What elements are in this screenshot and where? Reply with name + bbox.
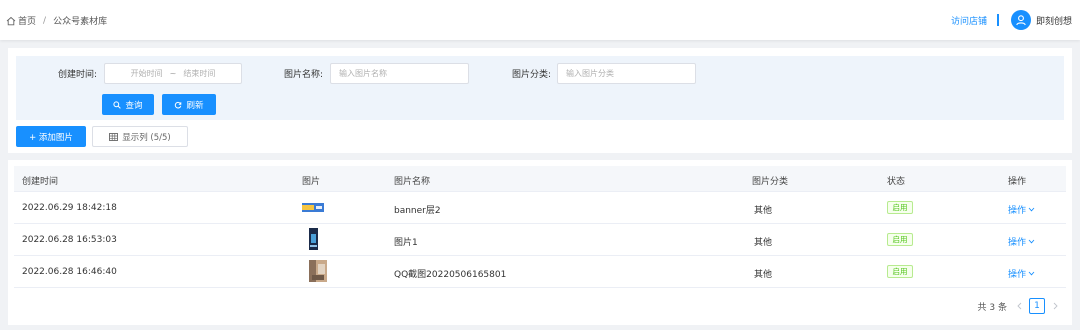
- action-dropdown[interactable]: 操作: [1008, 235, 1035, 248]
- column-header-category: 图片分类: [752, 177, 789, 187]
- filter-card: 创建时间: 开始时间 ~ 结束时间 图片名称: 输入图片名称 图片分类: 输入图…: [8, 48, 1072, 153]
- image-name-cell: banner层2: [394, 206, 441, 216]
- created-time-cell: 2022.06.29 18:42:18: [22, 203, 117, 213]
- action-dropdown[interactable]: 操作: [1008, 203, 1035, 216]
- table-card: 创建时间 图片 图片名称 图片分类 状态 操作 2022.06.29 18:42…: [8, 160, 1072, 325]
- image-category-input[interactable]: 输入图片分类: [557, 63, 696, 84]
- prev-page-button[interactable]: [1012, 298, 1026, 314]
- visit-store-link[interactable]: 访问店铺: [951, 14, 987, 27]
- filter-panel: 创建时间: 开始时间 ~ 结束时间 图片名称: 输入图片名称 图片分类: 输入图…: [16, 56, 1064, 120]
- chevron-right-icon: [1053, 302, 1058, 310]
- pagination: 共 3 条 1: [978, 298, 1062, 314]
- table-row: 2022.06.28 16:53:03 图片1 其他 启用 操作: [14, 224, 1066, 256]
- breadcrumb-home[interactable]: 首页: [18, 14, 36, 27]
- table-row: 2022.06.29 18:42:18 banner层2 其他 启用 操作: [14, 192, 1066, 224]
- column-header-status: 状态: [887, 177, 906, 187]
- user-icon: [1016, 15, 1026, 26]
- top-bar: 首页 / 公众号素材库 访问店铺 即刻创想: [0, 0, 1080, 40]
- image-name-cell: 图片1: [394, 238, 418, 248]
- refresh-button-label: 刷新: [186, 100, 204, 111]
- home-icon[interactable]: [6, 16, 16, 26]
- column-header-name: 图片名称: [394, 177, 431, 187]
- page-number-current[interactable]: 1: [1029, 298, 1045, 314]
- image-name-label: 图片名称:: [284, 70, 324, 80]
- image-name-input[interactable]: 输入图片名称: [330, 63, 469, 84]
- action-label: 操作: [1008, 206, 1027, 216]
- action-dropdown[interactable]: 操作: [1008, 267, 1035, 280]
- breadcrumb-current: 公众号素材库: [53, 17, 108, 27]
- avatar[interactable]: [1010, 10, 1031, 30]
- query-button[interactable]: 查询: [102, 94, 154, 115]
- table-header: 创建时间 图片 图片名称 图片分类 状态 操作: [14, 166, 1066, 192]
- category-cell: 其他: [754, 238, 773, 248]
- header-actions: 访问店铺 即刻创想: [951, 10, 1072, 30]
- column-header-image: 图片: [302, 177, 321, 187]
- show-columns-label: 显示列 (5/5): [122, 132, 171, 143]
- query-button-label: 查询: [125, 100, 143, 111]
- created-time-cell: 2022.06.28 16:53:03: [22, 235, 117, 245]
- header-divider: [996, 14, 999, 26]
- next-page-button[interactable]: [1048, 298, 1062, 314]
- chevron-left-icon: [1016, 302, 1021, 310]
- user-name[interactable]: 即刻创想: [1036, 14, 1072, 27]
- end-time-input[interactable]: 结束时间: [183, 68, 215, 79]
- portrait-thumbnail[interactable]: [309, 228, 318, 250]
- search-icon: [113, 100, 122, 109]
- pagination-total: 共 3 条: [977, 302, 1007, 313]
- image-category-label: 图片分类:: [512, 70, 552, 80]
- status-badge: 启用: [887, 233, 913, 246]
- chevron-down-icon: [1028, 239, 1035, 244]
- refresh-icon: [175, 101, 182, 108]
- created-time-cell: 2022.06.28 16:46:40: [22, 267, 117, 277]
- action-label: 操作: [1008, 238, 1027, 248]
- table-icon: [109, 132, 119, 141]
- category-cell: 其他: [754, 270, 773, 280]
- banner-thumbnail[interactable]: [302, 203, 324, 212]
- chevron-down-icon: [1028, 207, 1035, 212]
- action-label: 操作: [1008, 270, 1027, 280]
- category-cell: 其他: [754, 206, 773, 216]
- created-time-label: 创建时间:: [58, 70, 98, 80]
- refresh-button[interactable]: 刷新: [162, 94, 216, 115]
- start-time-input[interactable]: 开始时间: [131, 68, 163, 79]
- breadcrumb-separator: /: [43, 15, 47, 26]
- column-header-created: 创建时间: [22, 177, 59, 187]
- add-image-button[interactable]: + 添加图片: [16, 126, 86, 147]
- status-badge: 启用: [887, 265, 913, 278]
- date-range-picker[interactable]: 开始时间 ~ 结束时间: [104, 63, 242, 84]
- chevron-down-icon: [1028, 271, 1035, 276]
- photo-thumbnail[interactable]: [309, 260, 327, 282]
- show-columns-button[interactable]: 显示列 (5/5): [92, 126, 188, 147]
- breadcrumb: 首页 / 公众号素材库: [6, 14, 107, 27]
- table-row: 2022.06.28 16:46:40 QQ截图20220506165801 其…: [14, 256, 1066, 288]
- range-separator: ~: [169, 69, 177, 78]
- column-header-action: 操作: [1008, 177, 1027, 187]
- image-name-cell: QQ截图20220506165801: [394, 270, 507, 280]
- status-badge: 启用: [887, 201, 913, 214]
